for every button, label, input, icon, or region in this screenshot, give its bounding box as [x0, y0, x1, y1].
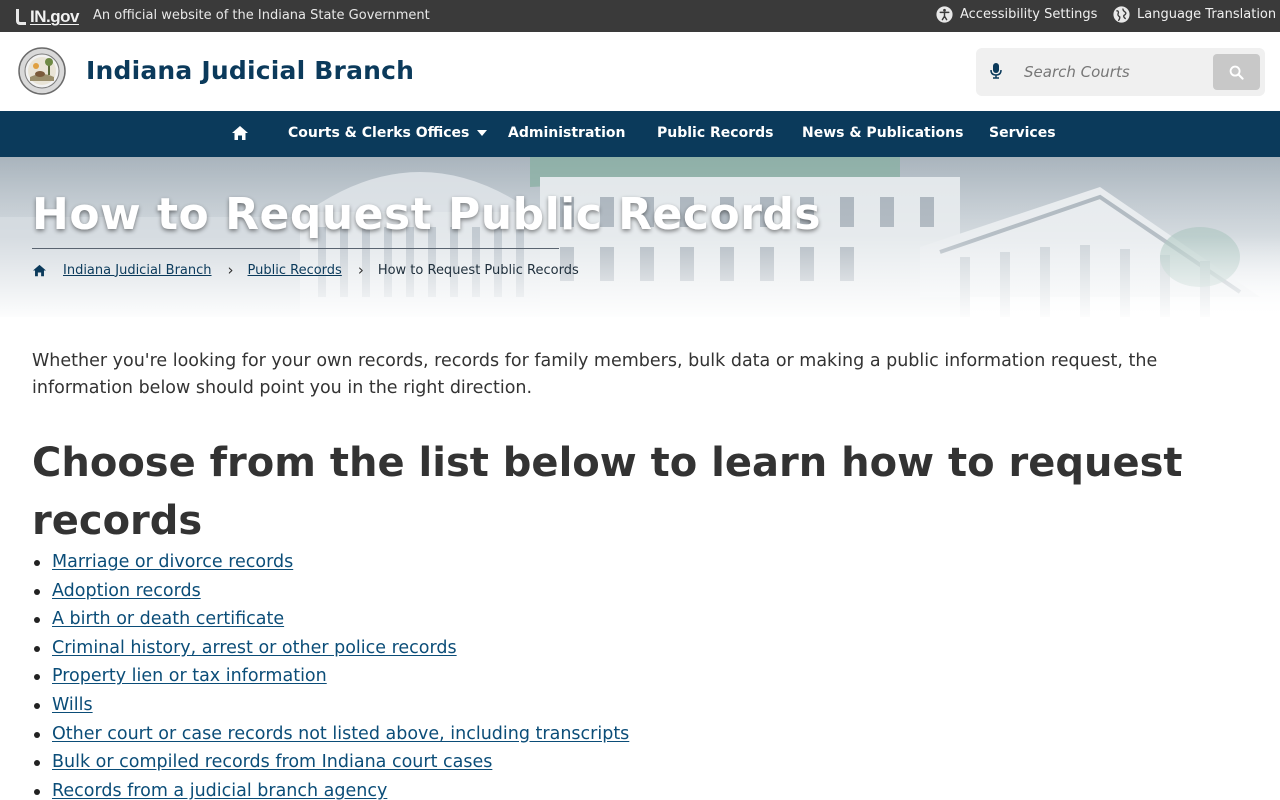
record-link[interactable]: Criminal history, arrest or other police… [52, 638, 457, 658]
breadcrumb-link-home[interactable]: Indiana Judicial Branch [63, 263, 212, 278]
breadcrumb: Indiana Judicial Branch › Public Records… [32, 261, 579, 279]
language-translation-label: Language Translation [1137, 7, 1277, 22]
official-website-text: An official website of the Indiana State… [93, 8, 430, 23]
record-link[interactable]: Records from a judicial branch agency [52, 781, 387, 800]
nav-item-label: News & Publications [802, 125, 964, 141]
ingov-logo-text: IN.gov [30, 7, 79, 26]
list-item: Bulk or compiled records from Indiana co… [32, 748, 629, 777]
chevron-right-icon: › [357, 261, 364, 279]
page-title: How to Request Public Records [32, 189, 822, 240]
record-link[interactable]: Wills [52, 695, 93, 715]
record-link[interactable]: Property lien or tax information [52, 666, 327, 686]
search-box [976, 48, 1265, 96]
search-button[interactable] [1213, 54, 1260, 90]
nav-item-courts-clerks[interactable]: Courts & Clerks Offices [288, 125, 488, 141]
site-header: Indiana Judicial Branch [0, 32, 1280, 111]
record-link[interactable]: Adoption records [52, 581, 201, 601]
accessibility-icon [936, 6, 953, 23]
accessibility-settings-button[interactable]: Accessibility Settings [936, 6, 1097, 23]
record-link[interactable]: Marriage or divorce records [52, 552, 293, 572]
nav-item-label: Administration [508, 125, 626, 141]
state-seal-logo[interactable] [18, 47, 66, 95]
list-item: Property lien or tax information [32, 662, 629, 691]
home-icon[interactable] [32, 264, 47, 277]
search-input[interactable] [1024, 58, 1184, 86]
microphone-icon[interactable] [990, 62, 1002, 80]
accessibility-settings-label: Accessibility Settings [960, 7, 1098, 22]
nav-item-administration[interactable]: Administration [508, 125, 625, 141]
list-item: Criminal history, arrest or other police… [32, 634, 629, 663]
record-link[interactable]: Other court or case records not listed a… [52, 724, 629, 744]
nav-item-label: Courts & Clerks Offices [288, 125, 470, 141]
nav-item-label: Services [989, 125, 1056, 141]
list-item: Marriage or divorce records [32, 548, 629, 577]
section-heading: Choose from the list below to learn how … [32, 440, 1183, 544]
nav-item-news-publications[interactable]: News & Publications [802, 125, 963, 141]
chevron-right-icon: › [227, 261, 234, 279]
list-item: A birth or death certificate [32, 605, 629, 634]
title-divider [32, 248, 559, 249]
list-item: Wills [32, 691, 629, 720]
nav-item-label: Public Records [657, 125, 774, 141]
records-link-list: Marriage or divorce records Adoption rec… [32, 548, 629, 800]
record-link[interactable]: Bulk or compiled records from Indiana co… [52, 752, 492, 772]
ingov-mark-icon [16, 9, 26, 25]
list-item: Records from a judicial branch agency [32, 777, 629, 800]
page-hero: How to Request Public Records Indiana Ju… [0, 157, 1280, 317]
breadcrumb-current: How to Request Public Records [377, 262, 579, 278]
intro-paragraph: Whether you're looking for your own reco… [32, 351, 1158, 398]
breadcrumb-link-public-records[interactable]: Public Records [248, 263, 342, 278]
main-nav: Courts & Clerks Offices Administration P… [0, 111, 1280, 157]
caret-down-icon [477, 130, 488, 136]
language-translation-button[interactable]: Language Translation [1113, 6, 1276, 23]
record-link[interactable]: A birth or death certificate [52, 609, 284, 629]
globe-icon [1113, 6, 1130, 23]
site-title[interactable]: Indiana Judicial Branch [86, 56, 414, 85]
state-bar: IN.gov An official website of the Indian… [0, 0, 1280, 32]
ingov-logo-link[interactable]: IN.gov [16, 7, 79, 27]
nav-item-public-records[interactable]: Public Records [657, 125, 773, 141]
home-icon[interactable] [231, 125, 249, 141]
list-item: Other court or case records not listed a… [32, 720, 629, 749]
list-item: Adoption records [32, 577, 629, 606]
search-icon [1229, 65, 1244, 80]
nav-item-services[interactable]: Services [989, 125, 1056, 141]
